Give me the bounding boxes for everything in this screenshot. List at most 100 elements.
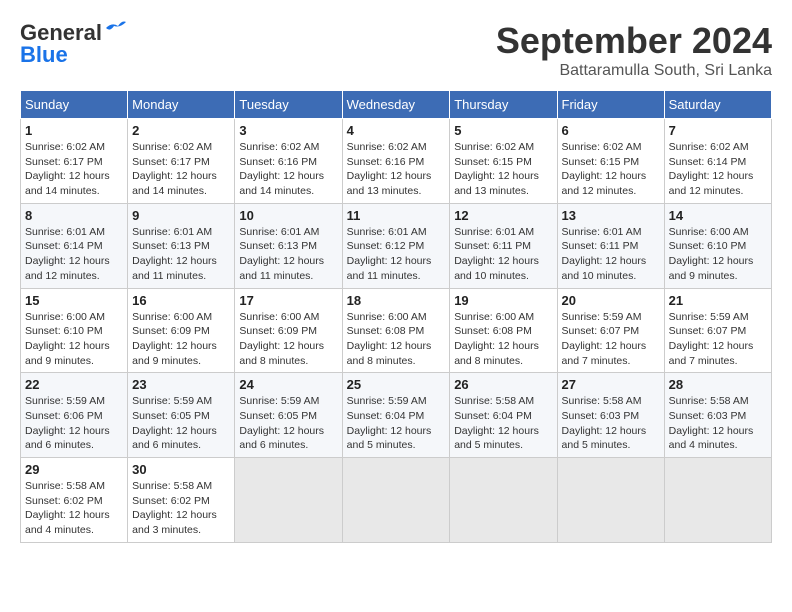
- day-info: Sunrise: 6:01 AMSunset: 6:14 PMDaylight:…: [25, 225, 123, 284]
- day-info: Sunrise: 5:58 AMSunset: 6:02 PMDaylight:…: [25, 479, 123, 538]
- calendar-week-row: 15 Sunrise: 6:00 AMSunset: 6:10 PMDayligh…: [21, 288, 772, 373]
- day-info: Sunrise: 5:58 AMSunset: 6:02 PMDaylight:…: [132, 479, 230, 538]
- calendar-cell: 22Sunrise: 5:59 AMSunset: 6:06 PMDayligh…: [21, 373, 128, 458]
- day-number: 12: [454, 208, 552, 223]
- weekday-header-sunday: Sunday: [21, 91, 128, 119]
- day-info: Sunrise: 6:02 AMSunset: 6:15 PMDaylight:…: [454, 140, 552, 199]
- calendar-cell: 13 Sunrise: 6:01 AMSunset: 6:11 PMDayligh…: [557, 203, 664, 288]
- calendar-cell: 11Sunrise: 6:01 AMSunset: 6:12 PMDayligh…: [342, 203, 450, 288]
- day-info: Sunrise: 6:01 AMSunset: 6:13 PMDaylight:…: [132, 225, 230, 284]
- calendar-cell: 24 Sunrise: 5:59 AMSunset: 6:05 PMDayligh…: [235, 373, 342, 458]
- weekday-header-thursday: Thursday: [450, 91, 557, 119]
- calendar-cell: 6 Sunrise: 6:02 AMSunset: 6:15 PMDaylight…: [557, 119, 664, 204]
- day-info: Sunrise: 5:59 AMSunset: 6:06 PMDaylight:…: [25, 394, 123, 453]
- logo-blue-text: Blue: [20, 42, 68, 68]
- day-number: 14: [669, 208, 767, 223]
- day-number: 9: [132, 208, 230, 223]
- day-info: Sunrise: 6:00 AMSunset: 6:09 PMDaylight:…: [239, 310, 337, 369]
- day-number: 24: [239, 377, 337, 392]
- day-number: 30: [132, 462, 230, 477]
- day-number: 6: [562, 123, 660, 138]
- calendar-cell: 20 Sunrise: 5:59 AMSunset: 6:07 PMDayligh…: [557, 288, 664, 373]
- calendar-cell: 2Sunrise: 6:02 AMSunset: 6:17 PMDaylight…: [128, 119, 235, 204]
- day-number: 5: [454, 123, 552, 138]
- calendar-week-row: 22Sunrise: 5:59 AMSunset: 6:06 PMDayligh…: [21, 373, 772, 458]
- calendar-cell: 26Sunrise: 5:58 AMSunset: 6:04 PMDayligh…: [450, 373, 557, 458]
- weekday-header-wednesday: Wednesday: [342, 91, 450, 119]
- calendar-cell: [557, 458, 664, 543]
- day-info: Sunrise: 6:00 AMSunset: 6:10 PMDaylight:…: [25, 310, 123, 369]
- day-info: Sunrise: 5:59 AMSunset: 6:07 PMDaylight:…: [562, 310, 660, 369]
- location-subtitle: Battaramulla South, Sri Lanka: [496, 62, 772, 80]
- day-number: 16: [132, 293, 230, 308]
- calendar-cell: 25Sunrise: 5:59 AMSunset: 6:04 PMDayligh…: [342, 373, 450, 458]
- calendar-cell: 12Sunrise: 6:01 AMSunset: 6:11 PMDayligh…: [450, 203, 557, 288]
- calendar-cell: 10 Sunrise: 6:01 AMSunset: 6:13 PMDayligh…: [235, 203, 342, 288]
- calendar-cell: 27 Sunrise: 5:58 AMSunset: 6:03 PMDayligh…: [557, 373, 664, 458]
- calendar-cell: 23 Sunrise: 5:59 AMSunset: 6:05 PMDayligh…: [128, 373, 235, 458]
- day-number: 28: [669, 377, 767, 392]
- day-info: Sunrise: 5:59 AMSunset: 6:05 PMDaylight:…: [132, 394, 230, 453]
- day-info: Sunrise: 5:58 AMSunset: 6:03 PMDaylight:…: [562, 394, 660, 453]
- weekday-header-row: SundayMondayTuesdayWednesdayThursdayFrid…: [21, 91, 772, 119]
- day-number: 4: [347, 123, 446, 138]
- calendar-cell: 15 Sunrise: 6:00 AMSunset: 6:10 PMDayligh…: [21, 288, 128, 373]
- day-info: Sunrise: 6:01 AMSunset: 6:13 PMDaylight:…: [239, 225, 337, 284]
- page-header: General Blue September 2024 Battaramulla…: [20, 20, 772, 80]
- day-number: 7: [669, 123, 767, 138]
- calendar-cell: 3 Sunrise: 6:02 AMSunset: 6:16 PMDaylight…: [235, 119, 342, 204]
- calendar-cell: [342, 458, 450, 543]
- weekday-header-monday: Monday: [128, 91, 235, 119]
- weekday-header-friday: Friday: [557, 91, 664, 119]
- day-info: Sunrise: 6:02 AMSunset: 6:16 PMDaylight:…: [347, 140, 446, 199]
- day-info: Sunrise: 6:00 AMSunset: 6:08 PMDaylight:…: [454, 310, 552, 369]
- day-number: 23: [132, 377, 230, 392]
- day-number: 25: [347, 377, 446, 392]
- calendar-cell: 30 Sunrise: 5:58 AMSunset: 6:02 PMDayligh…: [128, 458, 235, 543]
- calendar-cell: [664, 458, 771, 543]
- calendar-cell: 17 Sunrise: 6:00 AMSunset: 6:09 PMDayligh…: [235, 288, 342, 373]
- day-info: Sunrise: 6:00 AMSunset: 6:10 PMDaylight:…: [669, 225, 767, 284]
- day-number: 8: [25, 208, 123, 223]
- calendar-cell: 5 Sunrise: 6:02 AMSunset: 6:15 PMDaylight…: [450, 119, 557, 204]
- calendar-week-row: 29 Sunrise: 5:58 AMSunset: 6:02 PMDayligh…: [21, 458, 772, 543]
- day-info: Sunrise: 6:02 AMSunset: 6:14 PMDaylight:…: [669, 140, 767, 199]
- day-info: Sunrise: 5:59 AMSunset: 6:05 PMDaylight:…: [239, 394, 337, 453]
- weekday-header-saturday: Saturday: [664, 91, 771, 119]
- logo: General Blue: [20, 20, 126, 68]
- day-info: Sunrise: 6:01 AMSunset: 6:11 PMDaylight:…: [562, 225, 660, 284]
- month-title: September 2024: [496, 20, 772, 62]
- day-number: 21: [669, 293, 767, 308]
- calendar-cell: [235, 458, 342, 543]
- day-number: 3: [239, 123, 337, 138]
- day-number: 20: [562, 293, 660, 308]
- day-number: 10: [239, 208, 337, 223]
- calendar-cell: 7 Sunrise: 6:02 AMSunset: 6:14 PMDaylight…: [664, 119, 771, 204]
- day-number: 19: [454, 293, 552, 308]
- title-section: September 2024 Battaramulla South, Sri L…: [496, 20, 772, 80]
- day-info: Sunrise: 6:02 AMSunset: 6:17 PMDaylight:…: [25, 140, 123, 199]
- calendar-cell: 18 Sunrise: 6:00 AMSunset: 6:08 PMDayligh…: [342, 288, 450, 373]
- calendar-cell: [450, 458, 557, 543]
- calendar-cell: 21Sunrise: 5:59 AMSunset: 6:07 PMDayligh…: [664, 288, 771, 373]
- day-info: Sunrise: 6:01 AMSunset: 6:12 PMDaylight:…: [347, 225, 446, 284]
- day-info: Sunrise: 6:02 AMSunset: 6:15 PMDaylight:…: [562, 140, 660, 199]
- day-number: 13: [562, 208, 660, 223]
- day-number: 17: [239, 293, 337, 308]
- day-number: 29: [25, 462, 123, 477]
- day-number: 15: [25, 293, 123, 308]
- day-number: 2: [132, 123, 230, 138]
- calendar-cell: 9 Sunrise: 6:01 AMSunset: 6:13 PMDaylight…: [128, 203, 235, 288]
- calendar-cell: 19 Sunrise: 6:00 AMSunset: 6:08 PMDayligh…: [450, 288, 557, 373]
- logo-bird-icon: [104, 20, 126, 38]
- calendar-cell: 28Sunrise: 5:58 AMSunset: 6:03 PMDayligh…: [664, 373, 771, 458]
- day-info: Sunrise: 6:00 AMSunset: 6:08 PMDaylight:…: [347, 310, 446, 369]
- day-number: 1: [25, 123, 123, 138]
- weekday-header-tuesday: Tuesday: [235, 91, 342, 119]
- calendar-week-row: 8 Sunrise: 6:01 AMSunset: 6:14 PMDaylight…: [21, 203, 772, 288]
- day-info: Sunrise: 6:02 AMSunset: 6:16 PMDaylight:…: [239, 140, 337, 199]
- calendar-cell: 4 Sunrise: 6:02 AMSunset: 6:16 PMDaylight…: [342, 119, 450, 204]
- day-number: 27: [562, 377, 660, 392]
- calendar-cell: 14 Sunrise: 6:00 AMSunset: 6:10 PMDayligh…: [664, 203, 771, 288]
- day-number: 18: [347, 293, 446, 308]
